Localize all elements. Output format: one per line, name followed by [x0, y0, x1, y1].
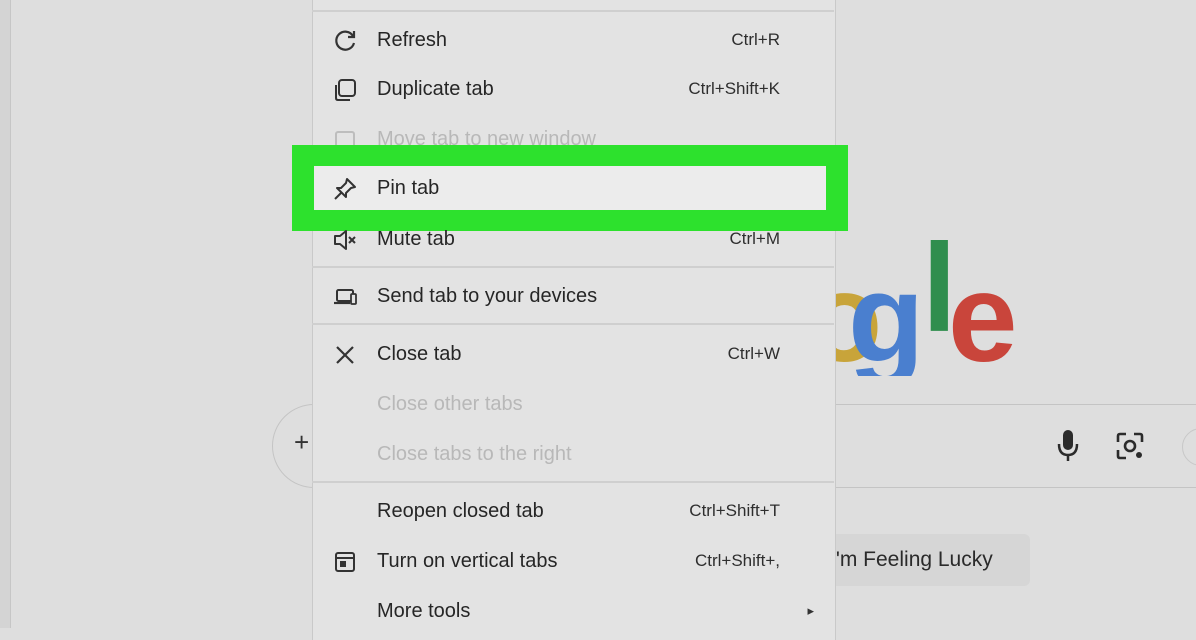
menu-item-label: Reopen closed tab [377, 500, 544, 522]
menu-item-label: Close other tabs [377, 393, 523, 415]
menu-item-mute-tab[interactable]: Mute tab Ctrl+M [314, 216, 832, 262]
menu-item-label: Duplicate tab [377, 78, 494, 100]
menu-item-label: Send tab to your devices [377, 285, 598, 307]
menu-item-label: Mute tab [377, 228, 455, 250]
plus-icon[interactable]: + [294, 429, 314, 455]
menu-item-duplicate-tab[interactable]: Duplicate tab Ctrl+Shift+K [314, 66, 832, 112]
menu-item-shortcut: Ctrl+W [727, 344, 780, 363]
menu-item-close-other-tabs: Close other tabs [314, 381, 832, 427]
menu-separator [312, 481, 834, 483]
logo-letter-g: g [848, 249, 925, 376]
menu-item-shortcut: Ctrl+Shift+T [689, 501, 780, 520]
menu-item-close-tab[interactable]: Close tab Ctrl+W [314, 331, 832, 377]
menu-item-label: Close tabs to the right [377, 443, 572, 465]
devices-icon [332, 284, 358, 310]
menu-item-shortcut: Ctrl+M [729, 229, 780, 248]
refresh-icon [332, 28, 358, 54]
browser-left-edge [0, 0, 11, 628]
menu-separator [312, 266, 834, 268]
menu-item-shortcut: Ctrl+Shift+, [694, 551, 780, 570]
vertical-tabs-icon [332, 549, 358, 575]
menu-item-shortcut: Ctrl+R [731, 30, 780, 49]
menu-item-label: Pin tab [377, 177, 440, 199]
menu-item-label: Close tab [377, 343, 462, 365]
menu-separator [312, 10, 834, 12]
close-icon [332, 342, 358, 368]
menu-separator [312, 323, 834, 325]
feeling-lucky-button[interactable]: I'm Feeling Lucky [812, 534, 1030, 586]
menu-item-label: More tools [377, 600, 471, 622]
menu-item-close-tabs-to-right: Close tabs to the right [314, 431, 832, 477]
menu-item-refresh[interactable]: Refresh Ctrl+R [314, 17, 832, 63]
camera-lens-icon[interactable] [1114, 430, 1146, 462]
menu-item-label: Refresh [377, 29, 448, 51]
pin-icon [332, 176, 358, 202]
google-logo: o g l e [806, 206, 1046, 376]
menu-item-more-tools[interactable]: More tools ▸ [314, 588, 832, 634]
menu-item-reopen-closed-tab[interactable]: Reopen closed tab Ctrl+Shift+T [314, 488, 832, 534]
microphone-icon[interactable] [1055, 428, 1081, 464]
menu-item-pin-tab[interactable]: Pin tab [314, 166, 826, 210]
menu-item-label: Turn on vertical tabs [377, 550, 558, 572]
logo-letter-e: e [948, 249, 1018, 376]
submenu-arrow-icon: ▸ [807, 603, 814, 618]
duplicate-icon [332, 77, 358, 103]
mute-icon [332, 227, 358, 253]
menu-item-vertical-tabs[interactable]: Turn on vertical tabs Ctrl+Shift+, [314, 538, 832, 584]
menu-item-send-tab-to-devices[interactable]: Send tab to your devices [314, 273, 832, 319]
menu-item-shortcut: Ctrl+Shift+K [688, 79, 780, 98]
